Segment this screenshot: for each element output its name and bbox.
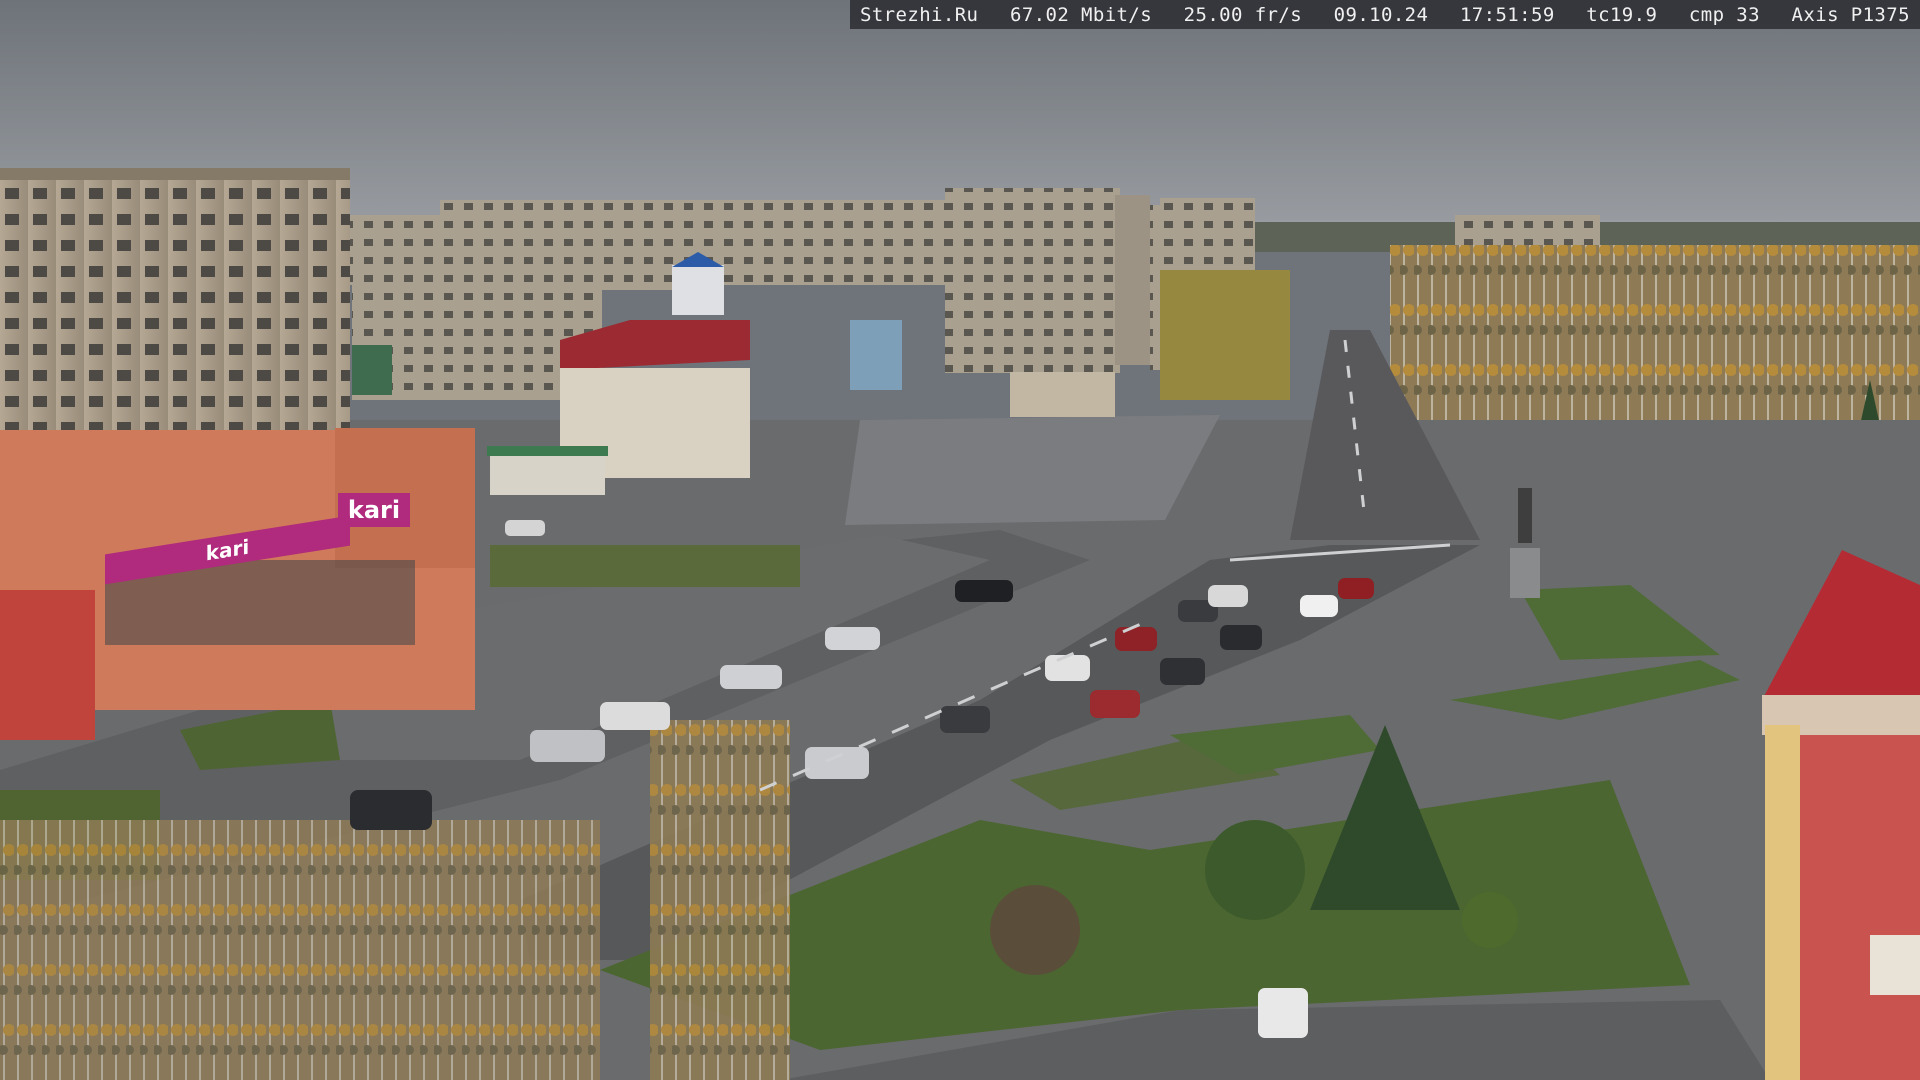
car bbox=[1045, 655, 1090, 681]
overlay-site: Strezhi.Ru bbox=[860, 3, 979, 26]
overlay-date: 09.10.24 bbox=[1333, 3, 1429, 26]
car bbox=[1115, 627, 1157, 651]
blue-kiosk bbox=[850, 320, 902, 390]
car bbox=[600, 702, 670, 730]
car bbox=[955, 580, 1013, 602]
far-building-5 bbox=[1455, 215, 1600, 250]
car bbox=[530, 730, 605, 762]
park-shrub-2 bbox=[1462, 892, 1518, 948]
apartment-roof-left bbox=[0, 168, 350, 180]
forest-mid bbox=[1160, 270, 1290, 400]
car bbox=[1300, 595, 1338, 617]
park-shrub-3 bbox=[990, 885, 1080, 975]
kari-brand-text: kari bbox=[347, 496, 401, 524]
monument-statue bbox=[1518, 488, 1532, 543]
park-shrub-1 bbox=[1205, 820, 1305, 920]
overlay-bitrate: 67.02 Mbit/s bbox=[1009, 3, 1153, 26]
green-house bbox=[352, 345, 392, 395]
plaza bbox=[845, 415, 1220, 525]
green-kiosk bbox=[490, 450, 605, 495]
camera-status-overlay: Strezhi.Ru 67.02 Mbit/s 25.00 fr/s 09.10… bbox=[850, 0, 1920, 29]
shop-lower-left bbox=[0, 590, 95, 740]
blue-roof-tower bbox=[672, 265, 724, 315]
red-tower-window bbox=[1870, 935, 1920, 995]
central-tower bbox=[945, 188, 1120, 373]
overlay-time: 17:51:59 bbox=[1459, 3, 1555, 26]
overlay-framerate: 25.00 fr/s bbox=[1183, 3, 1303, 26]
kari-banner-text: kari bbox=[205, 534, 250, 566]
car bbox=[1220, 625, 1262, 650]
central-tower-core bbox=[1115, 195, 1150, 365]
car bbox=[1090, 690, 1140, 718]
car bbox=[350, 790, 432, 830]
small-pavilion bbox=[1010, 372, 1115, 417]
far-building-3 bbox=[700, 200, 950, 285]
lawn-center bbox=[490, 545, 800, 587]
green-kiosk-roof bbox=[487, 446, 608, 456]
car bbox=[825, 627, 880, 650]
red-tower-column bbox=[1765, 725, 1800, 1080]
car bbox=[1338, 578, 1374, 599]
overlay-camera: Axis P1375 bbox=[1791, 3, 1910, 26]
birches-mid bbox=[650, 720, 790, 1080]
car bbox=[505, 520, 545, 536]
monument-base bbox=[1510, 548, 1540, 598]
car bbox=[1258, 988, 1308, 1038]
car bbox=[1160, 658, 1205, 685]
car bbox=[805, 747, 869, 779]
foreground-trees bbox=[0, 820, 600, 1080]
car bbox=[1208, 585, 1248, 607]
overlay-tc: tc19.9 bbox=[1586, 3, 1658, 26]
car bbox=[940, 706, 990, 733]
car bbox=[720, 665, 782, 689]
overlay-cmp: cmp 33 bbox=[1688, 3, 1760, 26]
